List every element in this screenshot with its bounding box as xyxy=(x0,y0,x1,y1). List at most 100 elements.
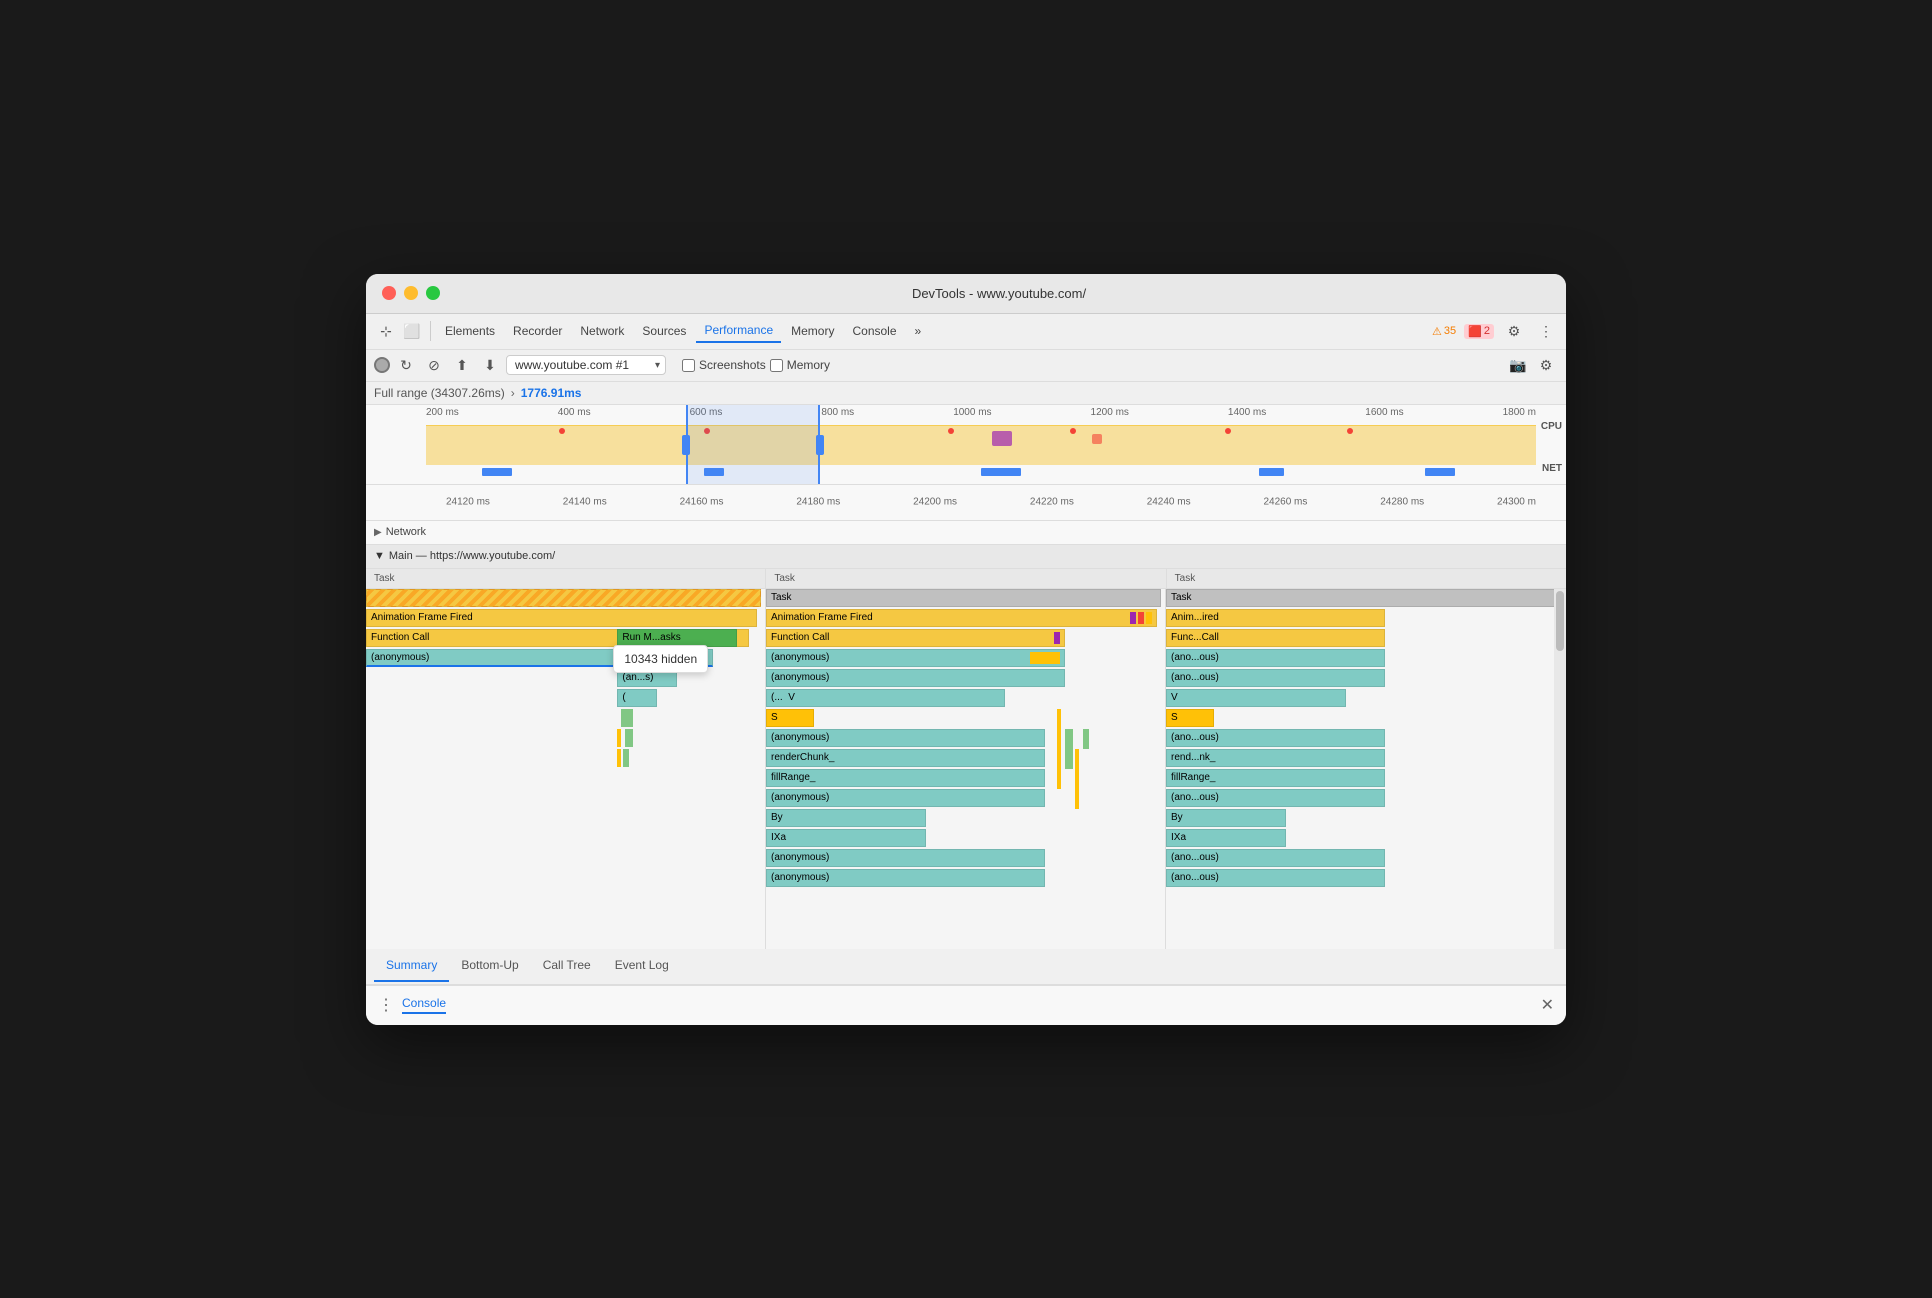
ixa-bar-3[interactable]: IXa xyxy=(1166,829,1286,847)
tab-performance[interactable]: Performance xyxy=(696,319,781,343)
tab-summary[interactable]: Summary xyxy=(374,950,449,982)
memory-checkbox-group[interactable]: Memory xyxy=(770,358,830,372)
anonymous-label-3b: (ano...ous) xyxy=(1171,672,1219,683)
animation-frame-label-2: Animation Frame Fired xyxy=(771,612,873,623)
url-select[interactable]: www.youtube.com #1 xyxy=(506,355,666,375)
screenshots-checkbox[interactable] xyxy=(682,359,695,372)
animation-frame-bar-1[interactable]: Animation Frame Fired xyxy=(366,609,757,627)
v-bar-3[interactable]: V xyxy=(1166,689,1346,707)
vertical-scrollbar[interactable] xyxy=(1554,589,1566,949)
col-header-row: Task Task Task xyxy=(366,569,1566,589)
run-tasks-label: Run M...asks xyxy=(622,632,680,643)
settings2-icon[interactable]: ⚙ xyxy=(1534,353,1558,377)
screenshots-checkbox-group[interactable]: Screenshots xyxy=(682,358,766,372)
record-button[interactable] xyxy=(374,357,390,373)
tab-sources[interactable]: Sources xyxy=(634,320,694,342)
render-chunk-bar[interactable]: renderChunk_ xyxy=(766,749,1045,767)
tab-call-tree[interactable]: Call Tree xyxy=(531,950,603,982)
anonymous-label-2f: (anonymous) xyxy=(771,872,829,883)
anonymous-bar-3b[interactable]: (ano...ous) xyxy=(1166,669,1385,687)
anonymous-bar-2d[interactable]: (anonymous) xyxy=(766,789,1045,807)
s-bar-3[interactable]: S xyxy=(1166,709,1214,727)
fill-range-bar[interactable]: fillRange_ xyxy=(766,769,1045,787)
ixa-bar[interactable]: IXa xyxy=(766,829,926,847)
animation-frame-bar-2[interactable]: Animation Frame Fired xyxy=(766,609,1157,627)
s-bar[interactable]: S xyxy=(766,709,814,727)
anonymous-bar-3c[interactable]: (ano...ous) xyxy=(1166,729,1385,747)
flame-chart-area[interactable]: Animation Frame Fired Function Call (ano… xyxy=(366,589,1566,949)
close-button[interactable] xyxy=(382,286,396,300)
function-call-bar-2[interactable]: Function Call xyxy=(766,629,1065,647)
anonymous-bar-3e[interactable]: (ano...ous) xyxy=(1166,849,1385,867)
by-label-3: By xyxy=(1171,812,1183,823)
titlebar: DevTools - www.youtube.com/ xyxy=(366,274,1566,314)
network-section-row[interactable]: ▶ Network xyxy=(366,521,1566,545)
device-icon[interactable]: ⬜ xyxy=(400,319,424,343)
maximize-button[interactable] xyxy=(426,286,440,300)
tab-elements[interactable]: Elements xyxy=(437,320,503,342)
pointer-icon[interactable]: ⊹ xyxy=(374,319,398,343)
flame-col-2: Task Animation Frame Fired Function Call… xyxy=(766,589,1166,949)
timeline-overview[interactable]: 200 ms 400 ms 600 ms 800 ms 1000 ms 1200… xyxy=(366,405,1566,485)
more-icon[interactable]: ⋮ xyxy=(1534,319,1558,343)
warning-badge: ⚠ 35 xyxy=(1432,325,1456,338)
detail-time-labels: 24120 ms 24140 ms 24160 ms 24180 ms 2420… xyxy=(446,497,1536,508)
anonymous-label-2e: (anonymous) xyxy=(771,852,829,863)
tab-event-log[interactable]: Event Log xyxy=(603,950,681,982)
traffic-lights xyxy=(382,286,440,300)
col-header-task: Task xyxy=(366,569,766,588)
anonymous-bar-2f[interactable]: (anonymous) xyxy=(766,869,1045,887)
col-header-task3: Task xyxy=(1167,569,1566,588)
paren-bar[interactable]: ( xyxy=(617,689,657,707)
selected-range: 1776.91ms xyxy=(521,386,582,400)
upload-icon[interactable]: ⬆ xyxy=(450,353,474,377)
fill-range-bar-3[interactable]: fillRange_ xyxy=(1166,769,1385,787)
tab-memory[interactable]: Memory xyxy=(783,320,842,342)
download-icon[interactable]: ⬇ xyxy=(478,353,502,377)
anonymous-label-3a: (ano...ous) xyxy=(1171,652,1219,663)
dt-label-6: 24240 ms xyxy=(1147,497,1191,508)
function-call-label-3: Func...Call xyxy=(1171,632,1219,643)
s-label: S xyxy=(771,712,778,723)
anonymous-bar-3a[interactable]: (ano...ous) xyxy=(1166,649,1385,667)
settings-icon[interactable]: ⚙ xyxy=(1502,319,1526,343)
anonymous-bar-2a[interactable]: (anonymous) xyxy=(766,649,1065,667)
by-bar-3[interactable]: By xyxy=(1166,809,1286,827)
task-bar-2[interactable]: Task xyxy=(766,589,1161,607)
reload-icon[interactable]: ↻ xyxy=(394,353,418,377)
capture-icon[interactable]: 📷 xyxy=(1506,353,1530,377)
console-dots-icon[interactable]: ⋮ xyxy=(378,995,394,1015)
task-bar-1[interactable] xyxy=(366,589,761,607)
task-bar-3[interactable]: Task xyxy=(1166,589,1561,607)
function-call-bar-3[interactable]: Func...Call xyxy=(1166,629,1385,647)
dt-label-3: 24180 ms xyxy=(796,497,840,508)
console-label[interactable]: Console xyxy=(402,996,446,1014)
anonymous-label-3f: (ano...ous) xyxy=(1171,872,1219,883)
memory-checkbox[interactable] xyxy=(770,359,783,372)
tab-bottom-up[interactable]: Bottom-Up xyxy=(449,950,530,982)
tab-recorder[interactable]: Recorder xyxy=(505,320,570,342)
anonymous-bar-2e[interactable]: (anonymous) xyxy=(766,849,1045,867)
screenshots-label: Screenshots xyxy=(699,358,766,372)
clear-icon[interactable]: ⊘ xyxy=(422,353,446,377)
close-console-icon[interactable]: ✕ xyxy=(1541,995,1554,1015)
anonymous-bar-2b[interactable]: (anonymous) xyxy=(766,669,1065,687)
minimize-button[interactable] xyxy=(404,286,418,300)
scrollbar-thumb[interactable] xyxy=(1556,591,1564,651)
small-bar-5 xyxy=(617,749,621,767)
anonymous-bar-3d[interactable]: (ano...ous) xyxy=(1166,789,1385,807)
animation-frame-bar-3[interactable]: Anim...ired xyxy=(1166,609,1385,627)
tab-more[interactable]: » xyxy=(907,320,930,342)
tab-console[interactable]: Console xyxy=(844,320,904,342)
run-tasks-bar[interactable]: Run M...asks xyxy=(617,629,737,647)
v-bar[interactable]: (... V xyxy=(766,689,1005,707)
by-bar[interactable]: By xyxy=(766,809,926,827)
anonymous-bar-2c[interactable]: (anonymous) xyxy=(766,729,1045,747)
anonymous-bar-3f[interactable]: (ano...ous) xyxy=(1166,869,1385,887)
main-section-title: Main — https://www.youtube.com/ xyxy=(389,550,555,562)
rend-nk-bar[interactable]: rend...nk_ xyxy=(1166,749,1385,767)
anonymous-label-2a: (anonymous) xyxy=(771,652,829,663)
render-chunk-label: renderChunk_ xyxy=(771,752,834,763)
tab-network[interactable]: Network xyxy=(572,320,632,342)
tl-label-3: 800 ms xyxy=(821,407,854,418)
